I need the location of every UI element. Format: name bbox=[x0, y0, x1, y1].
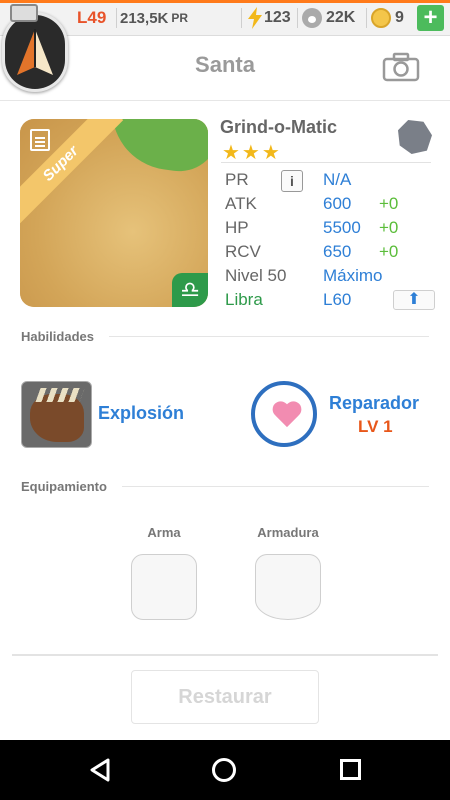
team-pr: 213,5K PR bbox=[120, 6, 188, 30]
skill-explosion-icon[interactable] bbox=[21, 381, 92, 448]
team-pr-unit: PR bbox=[171, 11, 189, 25]
stats-table: PR i N/A ATK 600 +0 HP 5500 +0 RCV 650 +… bbox=[221, 164, 435, 314]
pyramid-icon bbox=[17, 29, 53, 75]
coins-value: 9 bbox=[395, 9, 404, 26]
back-icon[interactable] bbox=[88, 757, 114, 783]
player-avatar[interactable] bbox=[2, 4, 70, 92]
camera-icon bbox=[382, 52, 420, 82]
stat-value: L60 bbox=[323, 290, 352, 309]
monster-card[interactable]: Super ♎ bbox=[20, 119, 208, 307]
info-button[interactable]: i bbox=[281, 170, 303, 192]
avatar-emblem bbox=[2, 12, 68, 92]
heart-icon bbox=[272, 402, 302, 430]
libra-icon: ♎ bbox=[172, 273, 208, 307]
claw-nails bbox=[35, 388, 85, 402]
energy-value: 123 bbox=[264, 9, 291, 26]
recent-apps-icon[interactable] bbox=[340, 759, 361, 780]
weapon-slot[interactable] bbox=[131, 554, 197, 620]
section-divider bbox=[122, 486, 429, 487]
stat-row-zodiac: Libra L60 ⬆ bbox=[225, 290, 435, 314]
armor-label: Armadura bbox=[257, 525, 319, 540]
buy-currency-button[interactable]: + bbox=[417, 5, 444, 31]
stat-label: PR bbox=[225, 170, 249, 189]
stat-bonus: +0 bbox=[379, 242, 399, 261]
top-accent-line bbox=[0, 0, 450, 3]
stat-bonus: +0 bbox=[379, 218, 399, 237]
header-divider bbox=[0, 100, 450, 101]
armor-slot[interactable] bbox=[255, 554, 321, 620]
stat-bonus: +0 bbox=[379, 194, 399, 213]
monster-name: Grind-o-Matic bbox=[220, 117, 337, 137]
stat-row-level: Nivel 50 Máximo bbox=[225, 266, 435, 290]
stat-label: RCV bbox=[225, 242, 261, 261]
coin-icon bbox=[371, 8, 391, 28]
flag-icon bbox=[10, 4, 38, 22]
stat-row-pr: PR i N/A bbox=[225, 170, 435, 194]
divider bbox=[241, 8, 242, 28]
skill-repair-name[interactable]: Reparador bbox=[329, 393, 419, 414]
upgrade-button[interactable]: ⬆ bbox=[393, 290, 435, 310]
system-nav-bar bbox=[0, 740, 450, 800]
stat-value: 5500 bbox=[323, 218, 361, 237]
skill-repair-icon[interactable] bbox=[251, 381, 317, 447]
camera-button[interactable] bbox=[382, 52, 420, 82]
weapon-label: Arma bbox=[147, 525, 181, 540]
paw-icon bbox=[302, 8, 322, 28]
paws-value: 22K bbox=[326, 9, 356, 26]
skill-repair-level: LV 1 bbox=[358, 417, 393, 436]
paws-counter[interactable]: 22K bbox=[302, 6, 355, 30]
element-stone-icon[interactable] bbox=[398, 120, 432, 154]
stat-label: Libra bbox=[225, 290, 263, 309]
stat-value: 600 bbox=[323, 194, 352, 213]
skill-explosion-name[interactable]: Explosión bbox=[98, 403, 184, 424]
divider bbox=[366, 8, 367, 28]
coins-counter[interactable]: 9 bbox=[371, 6, 404, 30]
stat-label: Nivel 50 bbox=[225, 266, 287, 285]
divider bbox=[297, 8, 298, 28]
stat-row-atk: ATK 600 +0 bbox=[225, 194, 435, 218]
divider bbox=[116, 8, 117, 28]
stat-value: N/A bbox=[323, 170, 352, 189]
team-pr-value: 213,5K bbox=[120, 9, 169, 27]
player-level: L49 bbox=[77, 8, 107, 27]
notes-icon[interactable] bbox=[30, 129, 50, 151]
section-divider bbox=[109, 336, 429, 337]
stats-divider bbox=[221, 162, 431, 163]
stat-label: ATK bbox=[225, 194, 257, 213]
stat-row-rcv: RCV 650 +0 bbox=[225, 242, 435, 266]
energy-counter[interactable]: 123 bbox=[246, 6, 291, 30]
restore-button[interactable]: Restaurar bbox=[131, 670, 319, 724]
home-icon[interactable] bbox=[212, 758, 236, 782]
abilities-heading: Habilidades bbox=[21, 329, 94, 344]
stat-label: HP bbox=[225, 218, 249, 237]
screen: L49 213,5K PR 123 22K 9 + Santa Super ♎ … bbox=[0, 0, 450, 800]
bottom-divider bbox=[12, 654, 438, 656]
stat-row-hp: HP 5500 +0 bbox=[225, 218, 435, 242]
stat-value: Máximo bbox=[323, 266, 383, 285]
lightning-icon bbox=[248, 7, 262, 29]
stat-value: 650 bbox=[323, 242, 352, 261]
equipment-heading: Equipamiento bbox=[21, 479, 107, 494]
